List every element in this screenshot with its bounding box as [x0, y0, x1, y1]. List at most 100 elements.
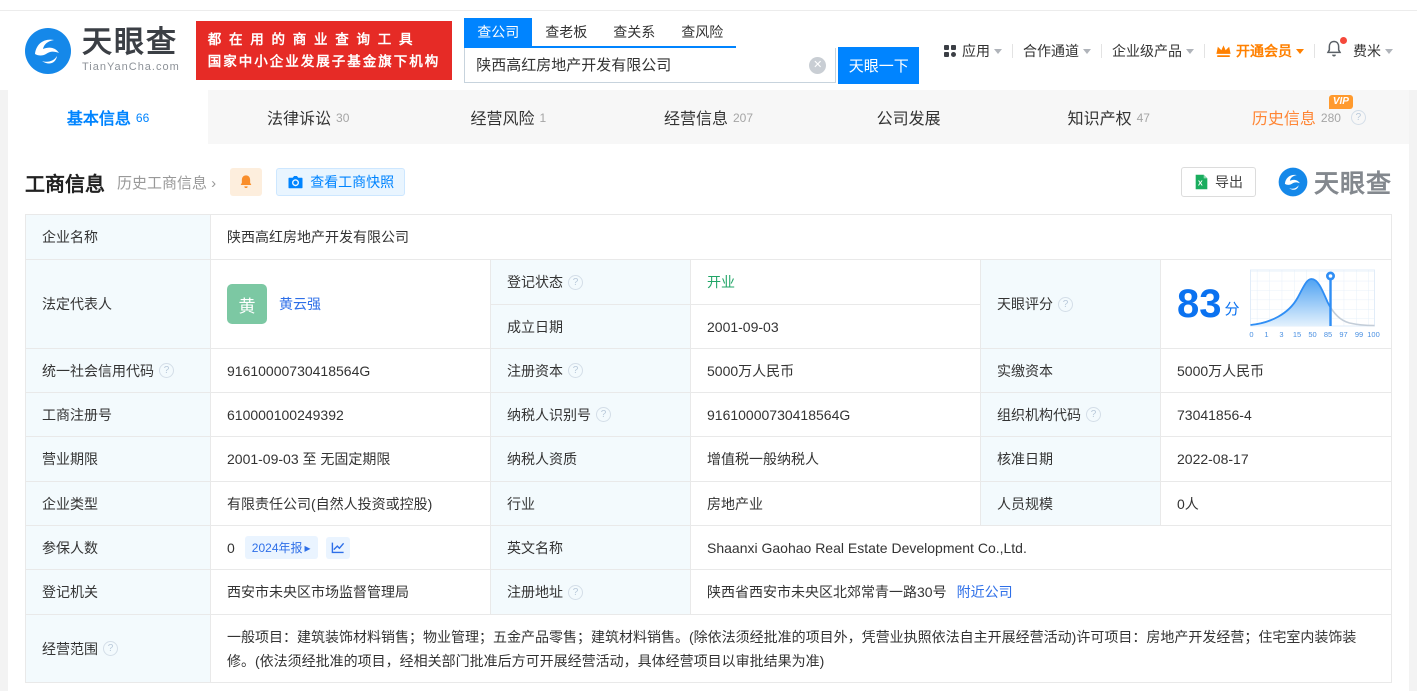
tab-legal-lawsuits[interactable]: 法律诉讼 30	[208, 90, 408, 144]
legal-rep-link[interactable]: 黄云强	[279, 294, 321, 314]
search-tab-boss[interactable]: 查老板	[532, 18, 600, 46]
tianyancha-logo[interactable]: 天眼查 TianYanCha.com	[24, 27, 180, 75]
help-icon[interactable]: ?	[568, 584, 583, 600]
nav-enterprise-products[interactable]: 企业级产品	[1112, 41, 1194, 61]
export-button[interactable]: X 导出	[1180, 167, 1256, 197]
bell-icon	[240, 175, 252, 188]
history-business-info-link[interactable]: 历史工商信息 ›	[117, 172, 216, 193]
slogan-line1: 都 在 用 的 商 业 查 询 工 具	[207, 31, 415, 47]
company-name-value: 陕西高红房地产开发有限公司	[211, 215, 1392, 260]
help-icon[interactable]: ?	[1058, 296, 1073, 312]
industry-value: 房地产业	[691, 482, 981, 526]
search-tab-risk[interactable]: 查风险	[668, 18, 736, 46]
camera-icon	[288, 176, 303, 189]
notifications-bell[interactable]	[1325, 37, 1347, 61]
nav-open-vip[interactable]: 开通会员	[1215, 41, 1304, 61]
field-label-industry: 行业	[491, 482, 691, 526]
annual-report-badge[interactable]: 2024年报 ▸	[244, 536, 318, 559]
legal-rep-cell: 黄 黄云强	[211, 260, 491, 349]
field-label-english-name: 英文名称	[491, 526, 691, 570]
help-icon[interactable]: ?	[568, 274, 583, 290]
svg-text:50: 50	[1308, 330, 1316, 339]
tianyancha-watermark: 天眼查	[1278, 164, 1392, 200]
help-icon[interactable]: ?	[1086, 407, 1101, 422]
detail-tabbar: 基本信息 66 法律诉讼 30 经营风险 1 经营信息 207 公司发展 知识产权 47 …	[8, 90, 1409, 144]
score-unit: 分	[1224, 301, 1240, 318]
field-label-reg-authority: 登记机关	[26, 570, 211, 615]
reg-address-cell: 陕西省西安市未央区北郊常青一路30号 附近公司	[691, 570, 1392, 615]
reg-authority-value: 西安市未央区市场监督管理局	[211, 570, 491, 615]
est-date-value: 2001-09-03	[691, 305, 981, 349]
credit-code-value: 91610000730418564G	[211, 349, 491, 393]
nearby-companies-link[interactable]: 附近公司	[957, 582, 1013, 602]
taxpayer-id-value: 91610000730418564G	[691, 393, 981, 437]
field-label-insured-count: 参保人数	[26, 526, 211, 570]
reg-status-value: 开业	[691, 260, 981, 305]
staff-size-value: 0人	[1161, 482, 1392, 526]
clear-search-icon[interactable]: ✕	[809, 56, 827, 74]
search-tab-company[interactable]: 查公司	[464, 17, 533, 46]
paid-capital-value: 5000万人民币	[1161, 349, 1392, 393]
nav-apps[interactable]: 应用	[944, 41, 1002, 61]
svg-text:15: 15	[1293, 330, 1301, 339]
tab-business-risk[interactable]: 经营风险 1	[408, 90, 608, 144]
tab-business-info[interactable]: 经营信息 207	[608, 90, 808, 144]
legal-rep-avatar[interactable]: 黄	[227, 284, 267, 324]
subscribe-alert-button[interactable]	[230, 168, 263, 196]
field-label-credit-code: 统一社会信用代码?	[26, 349, 211, 393]
chevron-down-icon	[1296, 49, 1304, 54]
tab-intellectual-property[interactable]: 知识产权 47	[1009, 90, 1209, 144]
reg-address-value: 陕西省西安市未央区北郊常青一路30号	[707, 584, 947, 600]
help-icon[interactable]: ?	[159, 363, 174, 378]
search-module: 查公司 查老板 查关系 查风险 ✕ 天眼一下	[464, 17, 920, 84]
tab-basic-info[interactable]: 基本信息 66	[8, 90, 209, 144]
slogan-banner: 都 在 用 的 商 业 查 询 工 具 国家中小企业发展子基金旗下机构	[195, 20, 453, 81]
field-label-biz-scope: 经营范围?	[26, 615, 211, 683]
search-input[interactable]	[464, 47, 837, 83]
search-tabs: 查公司 查老板 查关系 查风险	[464, 17, 737, 48]
crown-icon	[1216, 44, 1231, 57]
reg-number-value: 610000100249392	[211, 393, 491, 437]
field-label-reg-status: 登记状态?	[491, 260, 691, 305]
section-header: 工商信息 历史工商信息 › 查看工商快照 X 导出 天眼查	[8, 144, 1409, 214]
line-chart-icon	[331, 542, 344, 554]
nav-partner-channel[interactable]: 合作通道	[1023, 41, 1091, 61]
field-label-reg-number: 工商注册号	[26, 393, 211, 437]
help-icon[interactable]: ?	[596, 407, 611, 422]
field-label-legal-rep: 法定代表人	[26, 260, 211, 349]
divider	[1204, 43, 1205, 58]
tab-history-info[interactable]: VIP 历史信息 280 ?	[1209, 90, 1409, 144]
search-tab-relation[interactable]: 查关系	[600, 18, 668, 46]
field-label-reg-address: 注册地址?	[491, 570, 691, 615]
divider	[1314, 43, 1315, 58]
chevron-down-icon	[1186, 49, 1194, 54]
score-value: 83	[1177, 282, 1222, 326]
search-button[interactable]: 天眼一下	[838, 46, 920, 84]
tab-company-development[interactable]: 公司发展	[809, 90, 1009, 144]
org-code-value: 73041856-4	[1161, 393, 1392, 437]
svg-text:X: X	[1198, 179, 1203, 188]
biz-scope-value: 一般项目：建筑装饰材料销售；物业管理；五金产品零售；建筑材料销售。(除依法须经批…	[211, 615, 1392, 683]
divider	[1012, 43, 1013, 58]
view-business-snapshot-button[interactable]: 查看工商快照	[276, 168, 406, 196]
svg-text:100: 100	[1367, 330, 1380, 339]
trend-chart-button[interactable]	[325, 536, 350, 559]
field-label-staff-size: 人员规模	[981, 482, 1161, 526]
nav-user-menu[interactable]: 费米	[1353, 41, 1393, 61]
username: 费米	[1353, 42, 1381, 59]
taxpayer-quality-value: 增值税一般纳税人	[691, 437, 981, 482]
svg-text:99: 99	[1355, 330, 1363, 339]
help-icon[interactable]: ?	[1350, 109, 1366, 125]
reg-capital-value: 5000万人民币	[691, 349, 981, 393]
field-label-biz-term: 营业期限	[26, 437, 211, 482]
notification-dot	[1340, 37, 1347, 44]
field-label-paid-capital: 实缴资本	[981, 349, 1161, 393]
help-icon[interactable]: ?	[568, 363, 583, 378]
help-icon[interactable]: ?	[103, 641, 118, 656]
excel-icon: X	[1195, 174, 1208, 190]
logo-domain-text: TianYanCha.com	[82, 61, 180, 73]
page-top-gap	[0, 0, 1417, 10]
insured-count-cell: 0 2024年报 ▸	[211, 526, 491, 570]
field-label-taxpayer-id: 纳税人识别号?	[491, 393, 691, 437]
score-distribution-chart[interactable]: 0 1 3 15 50 85 97 99 100	[1243, 262, 1381, 346]
